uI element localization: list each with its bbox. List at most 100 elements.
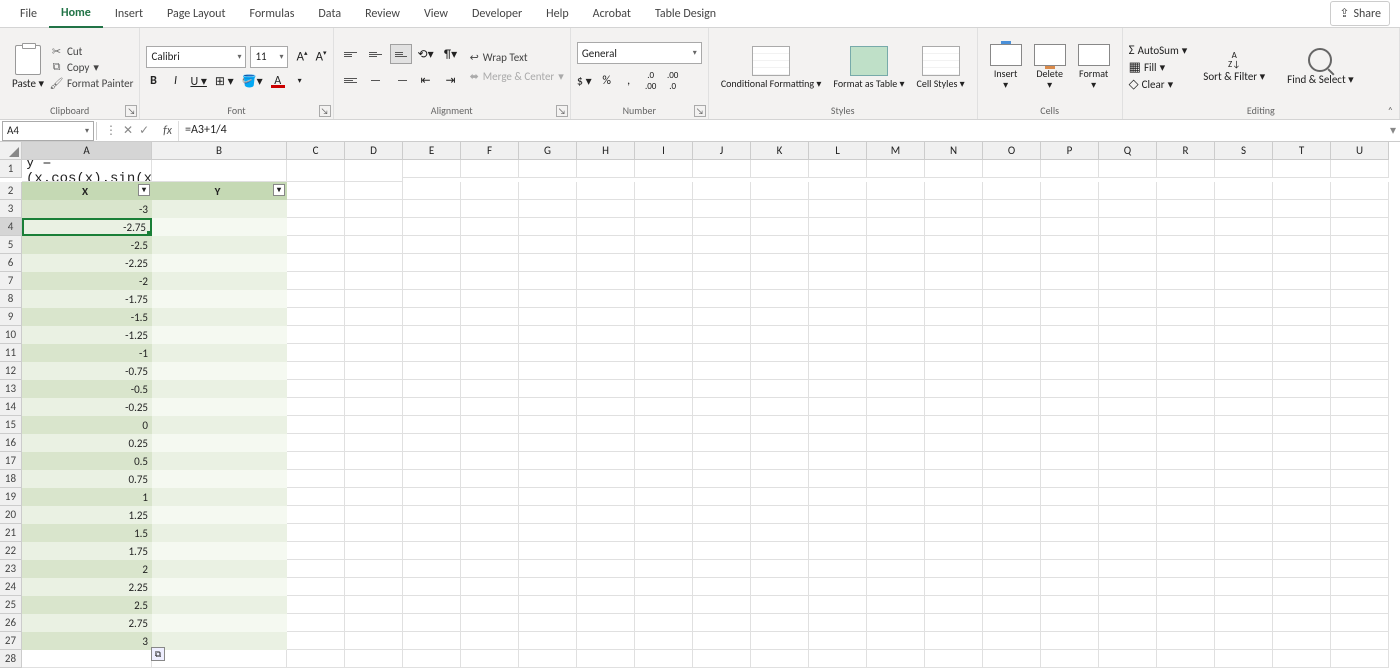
cell-K17[interactable] [751, 452, 809, 470]
cell-I10[interactable] [635, 326, 693, 344]
cell-J24[interactable] [693, 578, 751, 596]
cell-B15[interactable] [152, 416, 287, 434]
cell-R28[interactable] [1157, 650, 1215, 668]
row-header-24[interactable]: 24 [0, 578, 22, 596]
cell-T6[interactable] [1273, 254, 1331, 272]
col-header-K[interactable]: K [751, 142, 809, 160]
cell-O3[interactable] [983, 200, 1041, 218]
cell-S25[interactable] [1215, 596, 1273, 614]
cell-B12[interactable] [152, 362, 287, 380]
cell-O23[interactable] [983, 560, 1041, 578]
cell-B16[interactable] [152, 434, 287, 452]
cell-D16[interactable] [345, 434, 403, 452]
italic-button[interactable]: I [168, 74, 182, 88]
cell-B26[interactable] [152, 614, 287, 632]
cell-F11[interactable] [461, 344, 519, 362]
cell-Q9[interactable] [1099, 308, 1157, 326]
cell-G28[interactable] [519, 650, 577, 668]
cell-N28[interactable] [925, 650, 983, 668]
cell-O8[interactable] [983, 290, 1041, 308]
cell-S10[interactable] [1215, 326, 1273, 344]
cell-U26[interactable] [1331, 614, 1389, 632]
cell-M15[interactable] [867, 416, 925, 434]
cell-K18[interactable] [751, 470, 809, 488]
row-header-9[interactable]: 9 [0, 308, 22, 326]
cell-A25[interactable]: 2.5 [22, 596, 152, 614]
cell-Q25[interactable] [1099, 596, 1157, 614]
number-format-select[interactable]: General▾ [577, 42, 702, 64]
cell-C21[interactable] [287, 524, 345, 542]
cell-P27[interactable] [1041, 632, 1099, 650]
cell-G13[interactable] [519, 380, 577, 398]
cell-S1[interactable] [1215, 160, 1273, 178]
tab-acrobat[interactable]: Acrobat [581, 1, 643, 27]
row-header-11[interactable]: 11 [0, 344, 22, 362]
cell-K25[interactable] [751, 596, 809, 614]
cell-Q26[interactable] [1099, 614, 1157, 632]
cell-L21[interactable] [809, 524, 867, 542]
cell-P9[interactable] [1041, 308, 1099, 326]
cell-C8[interactable] [287, 290, 345, 308]
cell-R7[interactable] [1157, 272, 1215, 290]
cell-M25[interactable] [867, 596, 925, 614]
cell-styles-button[interactable]: Cell Styles ▾ [911, 44, 971, 91]
cell-F2[interactable] [461, 182, 519, 200]
cell-I11[interactable] [635, 344, 693, 362]
cell-L1[interactable] [809, 160, 867, 178]
cell-C3[interactable] [287, 200, 345, 218]
cell-E21[interactable] [403, 524, 461, 542]
cell-N1[interactable] [925, 160, 983, 178]
cell-D13[interactable] [345, 380, 403, 398]
cell-S7[interactable] [1215, 272, 1273, 290]
decrease-decimal-button[interactable]: .00.0 [666, 70, 680, 92]
cell-J9[interactable] [693, 308, 751, 326]
cell-E24[interactable] [403, 578, 461, 596]
cell-M6[interactable] [867, 254, 925, 272]
cell-R3[interactable] [1157, 200, 1215, 218]
align-top-button[interactable] [340, 44, 362, 64]
cell-S14[interactable] [1215, 398, 1273, 416]
fx-icon[interactable]: fx [157, 124, 178, 138]
cell-N16[interactable] [925, 434, 983, 452]
cell-H8[interactable] [577, 290, 635, 308]
enter-icon[interactable]: ✓ [139, 123, 149, 138]
cell-T7[interactable] [1273, 272, 1331, 290]
cell-E3[interactable] [403, 200, 461, 218]
cell-J23[interactable] [693, 560, 751, 578]
cell-O16[interactable] [983, 434, 1041, 452]
cell-D5[interactable] [345, 236, 403, 254]
cell-Q14[interactable] [1099, 398, 1157, 416]
cell-O22[interactable] [983, 542, 1041, 560]
cell-I9[interactable] [635, 308, 693, 326]
cell-G10[interactable] [519, 326, 577, 344]
cell-E2[interactable] [403, 182, 461, 200]
cell-E7[interactable] [403, 272, 461, 290]
cell-G4[interactable] [519, 218, 577, 236]
cell-C12[interactable] [287, 362, 345, 380]
row-header-18[interactable]: 18 [0, 470, 22, 488]
cell-O1[interactable] [983, 160, 1041, 178]
cell-Q23[interactable] [1099, 560, 1157, 578]
cell-K10[interactable] [751, 326, 809, 344]
cell-U16[interactable] [1331, 434, 1389, 452]
cell-B8[interactable] [152, 290, 287, 308]
cell-T11[interactable] [1273, 344, 1331, 362]
cell-Q28[interactable] [1099, 650, 1157, 668]
fill-color-button[interactable]: 🪣▾ [242, 74, 263, 89]
cell-G18[interactable] [519, 470, 577, 488]
cell-N12[interactable] [925, 362, 983, 380]
cell-I23[interactable] [635, 560, 693, 578]
cell-H21[interactable] [577, 524, 635, 542]
cell-P13[interactable] [1041, 380, 1099, 398]
cell-S21[interactable] [1215, 524, 1273, 542]
cell-A2[interactable]: X▾ [22, 182, 152, 200]
cell-G19[interactable] [519, 488, 577, 506]
cell-T15[interactable] [1273, 416, 1331, 434]
cell-J2[interactable] [693, 182, 751, 200]
col-header-P[interactable]: P [1041, 142, 1099, 160]
cell-C24[interactable] [287, 578, 345, 596]
cell-R16[interactable] [1157, 434, 1215, 452]
cell-N14[interactable] [925, 398, 983, 416]
cell-C2[interactable] [287, 182, 345, 200]
cell-F12[interactable] [461, 362, 519, 380]
